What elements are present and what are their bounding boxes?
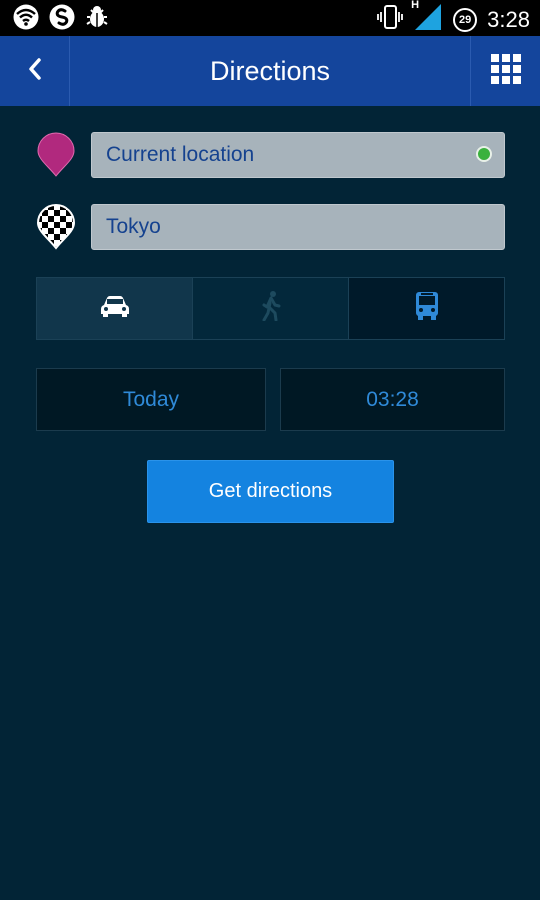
departure-date-button[interactable]: Today xyxy=(36,368,266,431)
app-header: Directions xyxy=(0,36,540,106)
destination-input-value: Tokyo xyxy=(106,215,161,238)
origin-pin-icon xyxy=(36,132,76,178)
origin-input-value: Current location xyxy=(106,143,255,166)
shazam-icon xyxy=(48,4,76,35)
notification-count-badge: 29 xyxy=(453,7,478,32)
departure-time-button[interactable]: 03:28 xyxy=(280,368,505,431)
status-bar-notifications xyxy=(12,4,110,35)
grid-menu-icon xyxy=(490,53,521,89)
walk-icon xyxy=(260,291,282,326)
clock: 3:28 xyxy=(487,6,530,32)
bus-icon xyxy=(415,291,439,326)
mode-transit-button[interactable] xyxy=(349,278,504,339)
chevron-left-icon xyxy=(26,57,44,86)
vibrate-icon xyxy=(377,3,404,36)
bug-icon xyxy=(84,4,110,35)
origin-row: Current location xyxy=(36,132,505,178)
network-type-label: H xyxy=(411,0,420,11)
back-button[interactable] xyxy=(0,36,70,106)
mode-car-button[interactable] xyxy=(37,278,193,339)
status-bar-system: H 29 3:28 xyxy=(377,0,530,36)
mode-walk-button[interactable] xyxy=(193,278,349,339)
page-title: Directions xyxy=(209,55,331,86)
origin-input[interactable]: Current location xyxy=(91,132,505,178)
departure-date-label: Today xyxy=(122,387,180,411)
destination-input[interactable]: Tokyo xyxy=(91,204,505,250)
signal-icon: H xyxy=(411,0,443,36)
location-status-dot xyxy=(476,146,492,162)
grid-menu-button[interactable] xyxy=(470,36,540,106)
destination-row: Tokyo xyxy=(36,204,505,250)
checkered-flag-pin-icon xyxy=(36,204,76,250)
transport-mode-selector xyxy=(36,277,505,340)
get-directions-button[interactable]: Get directions xyxy=(147,460,394,523)
departure-time-label: 03:28 xyxy=(366,387,419,411)
wifi-icon xyxy=(12,4,40,35)
car-icon xyxy=(100,295,130,322)
status-bar: H 29 3:28 xyxy=(0,0,540,36)
